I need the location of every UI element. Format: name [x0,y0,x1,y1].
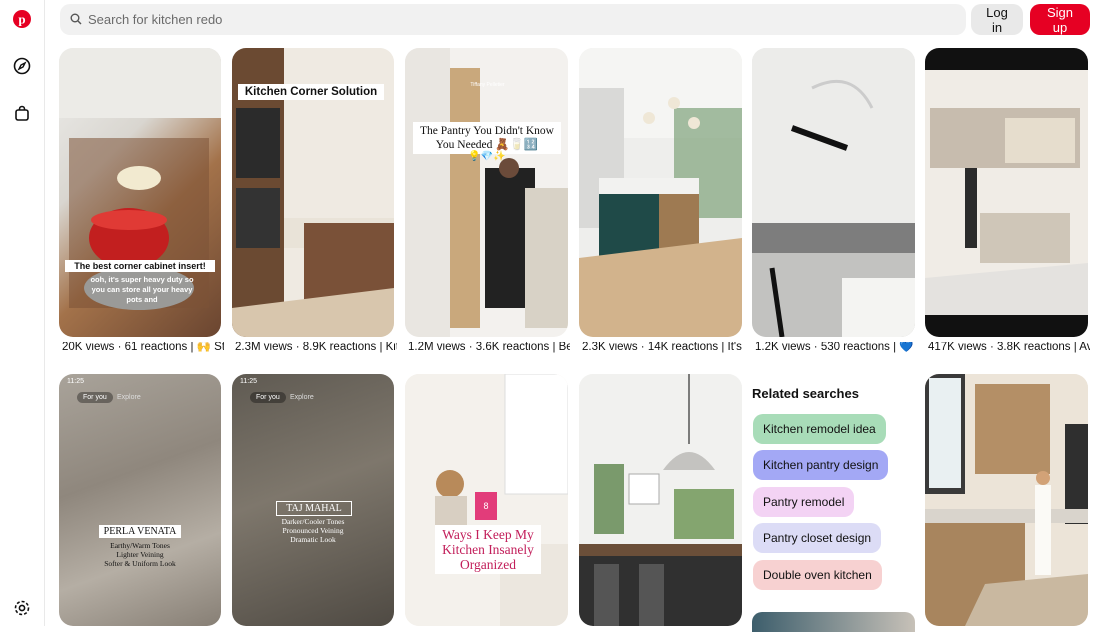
pin-caption[interactable]: 1.2K views · 530 reactions | 💙 👉 For all… [755,342,917,353]
chip-kitchen-pantry-design[interactable]: Kitchen pantry design [753,450,889,480]
pin-pot-filler[interactable] [752,48,915,337]
signup-button[interactable]: Sign up [1030,4,1090,35]
left-rail: p [0,0,45,626]
pin-caption[interactable]: 20K views · 61 reactions | 🙌 Storage is … [62,342,224,353]
overlay-title: The Pantry You Didn't Know You Needed 🧸🥛… [413,122,561,154]
overlay-subtitle: ooh, it's super heavy duty so you can st… [90,275,194,304]
pin-partial[interactable] [752,612,915,632]
top-bar: Log in Sign up [60,4,1090,36]
chip-pantry-remodel[interactable]: Pantry remodel [753,487,855,517]
settings-icon[interactable] [12,598,32,618]
search-bar[interactable] [60,4,966,35]
pin-kitchen-corner[interactable]: Kitchen Corner Solution [232,48,394,337]
tab-explore: Explore [290,394,314,401]
pin-kitchen-island[interactable] [579,48,742,337]
overlay-watermark: Tiffany Pelletier [470,82,505,88]
overlay-emoji: 💡💎✨ [468,151,506,162]
overlay-title: Kitchen Corner Solution [238,84,384,100]
shopping-bag-icon[interactable] [12,103,32,123]
related-searches-title: Related searches [752,386,859,401]
pin-kitchen-organized[interactable]: 8 Ways I Keep My Kitchen Insanely Organi… [405,374,568,626]
tab-for-you: For you [77,392,113,403]
overlay-line: Earthy/Warm Tones [110,541,170,550]
overlay-title: TAJ MAHAL [276,501,352,516]
chip-double-oven-kitchen[interactable]: Double oven kitchen [753,560,882,590]
pin-pendant-kitchen[interactable] [579,374,742,626]
pin-avana-kitchen[interactable] [925,48,1088,337]
status-time: 11:25 [240,378,257,385]
chip-kitchen-remodel-idea[interactable]: Kitchen remodel idea [753,414,886,444]
pin-caption[interactable]: 2.3M views · 8.9K reactions | Kitchen Co… [235,342,397,353]
overlay-title: The best corner cabinet insert! [65,260,215,272]
pin-corner-cabinet[interactable]: The best corner cabinet insert! ooh, it'… [59,48,221,337]
overlay-number: 8 [483,501,489,511]
overlay-title: Ways I Keep My Kitchen Insanely Organize… [435,525,541,574]
login-button[interactable]: Log in [971,4,1023,35]
tab-for-you: For you [250,392,286,403]
pin-perla-venata[interactable]: 11:25 For you Explore PERLA VENATA Earth… [59,374,221,626]
chip-pantry-closet-design[interactable]: Pantry closet design [753,523,882,553]
pin-pantry[interactable]: The Pantry You Didn't Know You Needed 🧸🥛… [405,48,568,337]
search-icon [70,12,82,30]
overlay-line: Dramatic Look [290,535,336,544]
status-time: 11:25 [67,378,84,385]
pinterest-logo[interactable]: p [12,9,32,29]
pin-wood-kitchen[interactable] [925,374,1088,626]
overlay-line: Pronounced Veining [282,526,344,535]
pin-caption[interactable]: 1.2M views · 3.6K reactions | Best way t… [408,342,570,353]
svg-text:p: p [18,12,25,27]
overlay-line: Darker/Cooler Tones [281,517,345,526]
pin-caption[interactable]: 2.3K views · 14K reactions | It's Thursd… [582,342,744,353]
pin-caption[interactable]: 417K views · 3.8K reactions | Avana Home… [928,342,1090,353]
overlay-line: Lighter Veining [116,550,164,559]
overlay-line: Softer & Uniform Look [104,559,176,568]
search-input[interactable] [86,11,966,28]
compass-icon[interactable] [12,56,32,76]
tab-explore: Explore [117,394,141,401]
pin-taj-mahal[interactable]: 11:25 For you Explore TAJ MAHAL Darker/C… [232,374,394,626]
overlay-title: PERLA VENATA [99,525,181,538]
